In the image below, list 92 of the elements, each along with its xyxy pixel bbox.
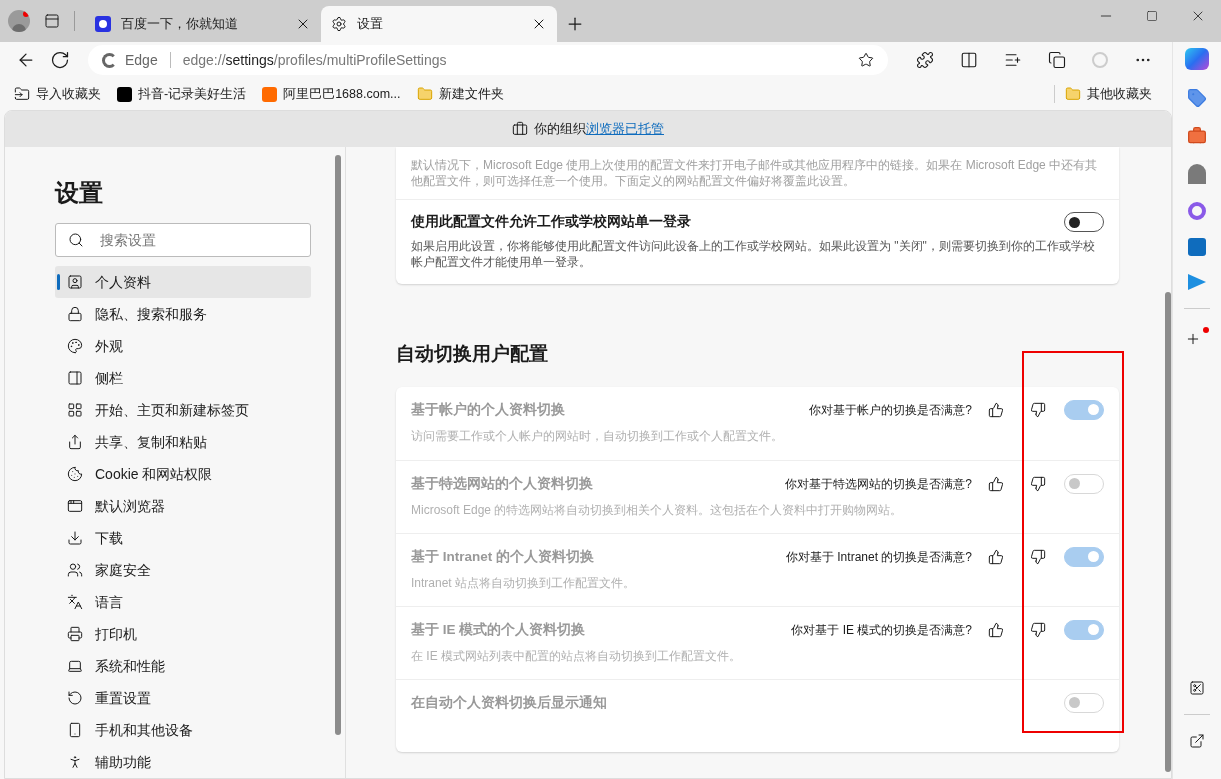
folder-icon [416, 86, 433, 102]
setting-title: 基于帐户的个人资料切换 [411, 400, 566, 419]
lock-icon [67, 306, 83, 322]
nav-item[interactable]: 外观 [55, 330, 311, 362]
tag-icon[interactable] [1187, 88, 1207, 108]
thumbs-down-icon[interactable] [1030, 548, 1046, 565]
toggle-switch[interactable] [1064, 212, 1104, 233]
setting-title: 在自动个人资料切换后显示通知 [411, 693, 608, 712]
palette-icon [67, 338, 83, 354]
thumbs-down-icon[interactable] [1030, 475, 1046, 492]
cookie-icon [67, 466, 83, 482]
refresh-icon[interactable] [50, 50, 70, 70]
nav-item[interactable]: 默认浏览器 [55, 490, 311, 522]
feedback-question: 你对基于帐户的切换是否满意? [809, 401, 972, 419]
thumbs-up-icon[interactable] [988, 401, 1004, 418]
address-bar[interactable]: Edge edge://settings/profiles/multiProfileSettings [88, 45, 888, 75]
language-icon [67, 594, 83, 610]
folder-icon [1065, 86, 1081, 102]
reset-icon [67, 690, 83, 706]
add-icon[interactable] [1185, 327, 1209, 347]
tab-actions-icon[interactable] [44, 13, 60, 29]
bookmark-item[interactable]: 阿里巴巴1688.com... [262, 84, 401, 104]
thumbs-up-icon[interactable] [988, 621, 1004, 638]
favorites-icon[interactable] [1004, 51, 1022, 69]
nav-item[interactable]: 打印机 [55, 618, 311, 650]
grid-icon [67, 402, 83, 418]
browser-tab[interactable]: 百度一下，你就知道 [85, 6, 321, 42]
feedback-question: 你对基于 Intranet 的切换是否满意? [785, 548, 972, 566]
nav-item[interactable]: 隐私、搜索和服务 [55, 298, 311, 330]
bookmark-item[interactable]: 新建文件夹 [416, 84, 504, 104]
managed-text: 你的组织浏览器已托管 [534, 120, 664, 138]
nav-item[interactable]: Cookie 和网站权限 [55, 458, 311, 490]
profile-avatar-icon[interactable] [8, 10, 30, 32]
accessibility-icon [67, 754, 83, 770]
collections-icon[interactable] [1048, 51, 1066, 69]
url-text: edge://settings/profiles/multiProfileSettings [182, 50, 448, 70]
printer-icon [67, 626, 83, 642]
browser-tab[interactable]: 设置 [321, 6, 557, 42]
setting-description: Microsoft Edge 的特选网站将自动切换到相关个人资料。这包括在个人资料中打开购物网站。 [411, 501, 904, 519]
site-label: Edge [125, 50, 158, 70]
thumbs-up-icon[interactable] [988, 548, 1004, 565]
maximize-icon[interactable] [1146, 10, 1158, 22]
download-icon [67, 530, 83, 546]
nav-item[interactable]: 下载 [55, 522, 311, 554]
other-bookmarks[interactable]: 其他收藏夹 [1054, 84, 1152, 104]
extensions-icon[interactable] [916, 51, 934, 69]
screenshot-icon[interactable] [1189, 680, 1205, 696]
feedback-question: 你对基于 IE 模式的切换是否满意? [791, 621, 972, 639]
nav-item[interactable]: 家庭安全 [55, 554, 311, 586]
bookmark-item[interactable]: 抖音-记录美好生活 [117, 84, 247, 104]
thumbs-down-icon[interactable] [1030, 621, 1046, 638]
nav-item[interactable]: 重置设置 [55, 682, 311, 714]
nav-item[interactable]: 共享、复制和粘贴 [55, 426, 311, 458]
nav-item[interactable]: 开始、主页和新建标签页 [55, 394, 311, 426]
open-external-icon[interactable] [1189, 733, 1205, 749]
setting-description: 默认情况下，Microsoft Edge 使用上次使用的配置文件来打开电子邮件或其他应用程序中的链接。如果在 Microsoft Edge 中还有其他配置文件，则可选择任意一个使用。下面定义的网站配置文件偏好将覆盖此设置。 [410, 157, 1099, 190]
section-heading: 自动切换用户配置 [396, 342, 549, 367]
managed-link[interactable]: 浏览器已托管 [586, 121, 664, 136]
nav-item[interactable]: 系统和性能 [55, 650, 311, 682]
setting-title: 使用此配置文件允许工作或学校网站单一登录 [411, 213, 691, 231]
nav-item[interactable]: 语言 [55, 586, 311, 618]
laptop-icon [67, 658, 83, 674]
family-icon [67, 562, 83, 578]
setting-description: 如果启用此设置，你将能够使用此配置文件访问此设备上的工作或学校网站。如果此设置为 "关闭"，则需要切换到你的工作或学校帐户配置文件才能使用单一登录。 [411, 238, 1096, 271]
feedback-question: 你对基于特选网站的切换是否满意? [785, 475, 972, 493]
profile-icon [67, 274, 83, 290]
nav-item[interactable]: 手机和其他设备 [55, 714, 311, 746]
bookmark-item[interactable]: 导入收藏夹 [14, 84, 101, 104]
setting-title: 基于特选网站的个人资料切换 [411, 474, 594, 493]
favorite-star-icon[interactable] [858, 52, 874, 68]
setting-title: 基于 Intranet 的个人资料切换 [411, 547, 595, 566]
toolbox-icon[interactable] [1187, 126, 1207, 146]
setting-description: 在 IE 模式网站列表中配置的站点将自动切换到工作配置文件。 [411, 647, 742, 665]
setting-description: Intranet 站点将自动切换到工作配置文件。 [411, 574, 637, 592]
settings-icon [331, 16, 347, 32]
nav-item[interactable]: 辅助功能 [55, 746, 311, 778]
thumbs-up-icon[interactable] [988, 475, 1004, 492]
nav-item[interactable]: 侧栏 [55, 362, 311, 394]
page-title: 设置 [55, 178, 104, 208]
search-icon [68, 232, 84, 248]
browser-window-icon [67, 498, 83, 514]
phone-icon [67, 722, 83, 738]
setting-description: 访问需要工作或个人帐户的网站时，自动切换到工作或个人配置文件。 [411, 427, 784, 445]
share-icon [67, 434, 83, 450]
briefcase-icon [512, 121, 528, 137]
thumbs-down-icon[interactable] [1030, 401, 1046, 418]
nav-item[interactable]: 个人资料 [55, 266, 311, 298]
search-field[interactable]: 搜索设置 [55, 223, 311, 257]
setting-title: 基于 IE 模式的个人资料切换 [411, 620, 587, 639]
import-icon [14, 86, 30, 102]
split-screen-icon[interactable] [960, 51, 978, 69]
sidebar-icon [67, 370, 83, 386]
